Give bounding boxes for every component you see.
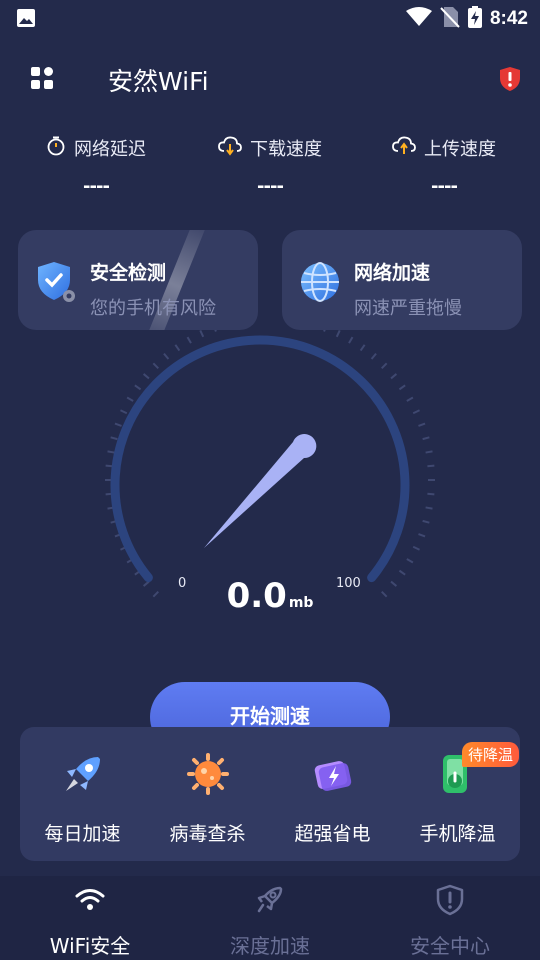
gauge-tick — [390, 373, 398, 380]
gauge-tick — [105, 464, 113, 468]
gauge-tick — [174, 344, 181, 352]
nav-deep-boost[interactable]: 深度加速 — [180, 876, 360, 960]
gauge-tick — [214, 330, 217, 332]
gauge-tick — [107, 450, 115, 454]
network-stats: 网络延迟 ---- 下载速度 ---- 上传速度 ---- — [0, 130, 540, 200]
gauge-tick — [418, 422, 426, 427]
shield-check-icon — [34, 260, 78, 308]
tools-panel: 每日加速 病毒查杀 超强省电 手机降温 — [20, 727, 520, 861]
battery-bolt-icon — [308, 749, 358, 799]
apps-grid-icon[interactable] — [30, 66, 54, 90]
gauge-track — [110, 335, 410, 583]
gauge-tick — [412, 409, 420, 415]
speed-value: 0.0 — [226, 576, 287, 616]
shield-alert-icon — [434, 884, 466, 920]
stat-upload-label: 上传速度 — [424, 139, 496, 160]
wifi-signal-icon — [405, 7, 432, 31]
gauge-tick — [422, 436, 430, 441]
no-sim-icon — [440, 6, 460, 32]
gauge-tick — [427, 464, 435, 468]
gauge-tick — [406, 396, 414, 402]
tool-virus-scan[interactable]: 病毒查杀 — [145, 749, 270, 846]
stat-download-label: 下载速度 — [250, 139, 322, 160]
gauge-tick — [199, 330, 205, 338]
nav-security-center[interactable]: 安全中心 — [360, 876, 540, 960]
gauge-tick — [126, 396, 134, 402]
gauge-tick — [406, 558, 414, 564]
image-notification-icon — [16, 8, 36, 32]
gauge-tick — [381, 362, 388, 369]
network-boost-subtitle: 网速严重拖慢 — [354, 298, 462, 319]
battery-charging-icon — [467, 6, 482, 32]
gauge-tick — [335, 330, 341, 338]
gauge-tick — [114, 422, 122, 427]
timer-icon — [46, 136, 66, 160]
rocket-icon — [58, 749, 108, 799]
gauge-tick — [163, 352, 170, 360]
security-check-card[interactable]: 安全检测 您的手机有风险 — [18, 230, 258, 330]
gauge-tick — [152, 362, 159, 369]
virus-icon — [183, 749, 233, 799]
security-check-title: 安全检测 — [90, 262, 167, 284]
tool-power-saving[interactable]: 超强省电 — [270, 749, 395, 846]
gauge-tick — [398, 569, 406, 576]
wifi-icon — [74, 884, 106, 920]
gauge-tick — [412, 545, 420, 551]
cloud-download-icon — [218, 136, 242, 160]
gauge-tick — [398, 384, 406, 391]
tool-virus-scan-label: 病毒查杀 — [169, 823, 246, 845]
app-header: 安然WiFi — [0, 52, 540, 104]
globe-icon — [298, 260, 342, 308]
nav-wifi-security[interactable]: WiFi安全 — [0, 876, 180, 960]
nav-wifi-security-label: WiFi安全 — [49, 934, 131, 958]
gauge-tick — [418, 533, 426, 538]
app-title: 安然WiFi — [108, 67, 209, 96]
status-bar: 8:42 — [0, 0, 540, 36]
gauge-tick — [323, 330, 326, 332]
speed-unit: mb — [288, 595, 314, 611]
nav-deep-boost-label: 深度加速 — [230, 934, 310, 958]
gauge-tick — [110, 436, 118, 441]
cloud-upload-icon — [392, 136, 416, 160]
gauge-tick — [370, 352, 377, 360]
security-alert-icon[interactable] — [498, 66, 522, 96]
tool-daily-boost-label: 每日加速 — [44, 823, 121, 845]
stat-latency-label: 网络延迟 — [74, 139, 146, 160]
stat-latency: 网络延迟 ---- — [6, 130, 186, 197]
gauge-needle — [204, 434, 317, 548]
gauge-tick — [134, 384, 142, 391]
gauge-tick — [427, 492, 435, 496]
nav-security-center-label: 安全中心 — [410, 934, 490, 958]
gauge-tick — [120, 409, 128, 415]
gauge-tick — [422, 519, 430, 524]
tool-phone-cooling-label: 手机降温 — [419, 823, 496, 845]
gauge-tick — [142, 373, 150, 380]
gauge-tick — [359, 344, 366, 352]
cooling-pending-badge: 待降温 — [462, 742, 520, 767]
network-boost-title: 网络加速 — [354, 262, 431, 284]
tool-daily-boost[interactable]: 每日加速 — [20, 749, 145, 846]
stat-latency-value: ---- — [83, 176, 110, 197]
stat-download: 下载速度 ---- — [180, 130, 360, 197]
security-check-subtitle: 您的手机有风险 — [90, 298, 216, 319]
stat-download-value: ---- — [257, 176, 284, 197]
gauge-tick — [186, 336, 192, 344]
gauge-tick — [425, 450, 433, 454]
stat-upload-value: ---- — [431, 176, 458, 197]
speed-readout: 0.0 mb — [0, 576, 540, 616]
tool-power-saving-label: 超强省电 — [294, 823, 371, 845]
status-time: 8:42 — [489, 8, 528, 29]
gauge-tick — [348, 336, 354, 344]
rocket-outline-icon — [254, 884, 286, 920]
gauge-tick — [425, 506, 433, 510]
stat-upload: 上传速度 ---- — [354, 130, 534, 197]
network-boost-card[interactable]: 网络加速 网速严重拖慢 — [282, 230, 522, 330]
bottom-nav: WiFi安全 深度加速 安全中心 — [0, 876, 540, 960]
